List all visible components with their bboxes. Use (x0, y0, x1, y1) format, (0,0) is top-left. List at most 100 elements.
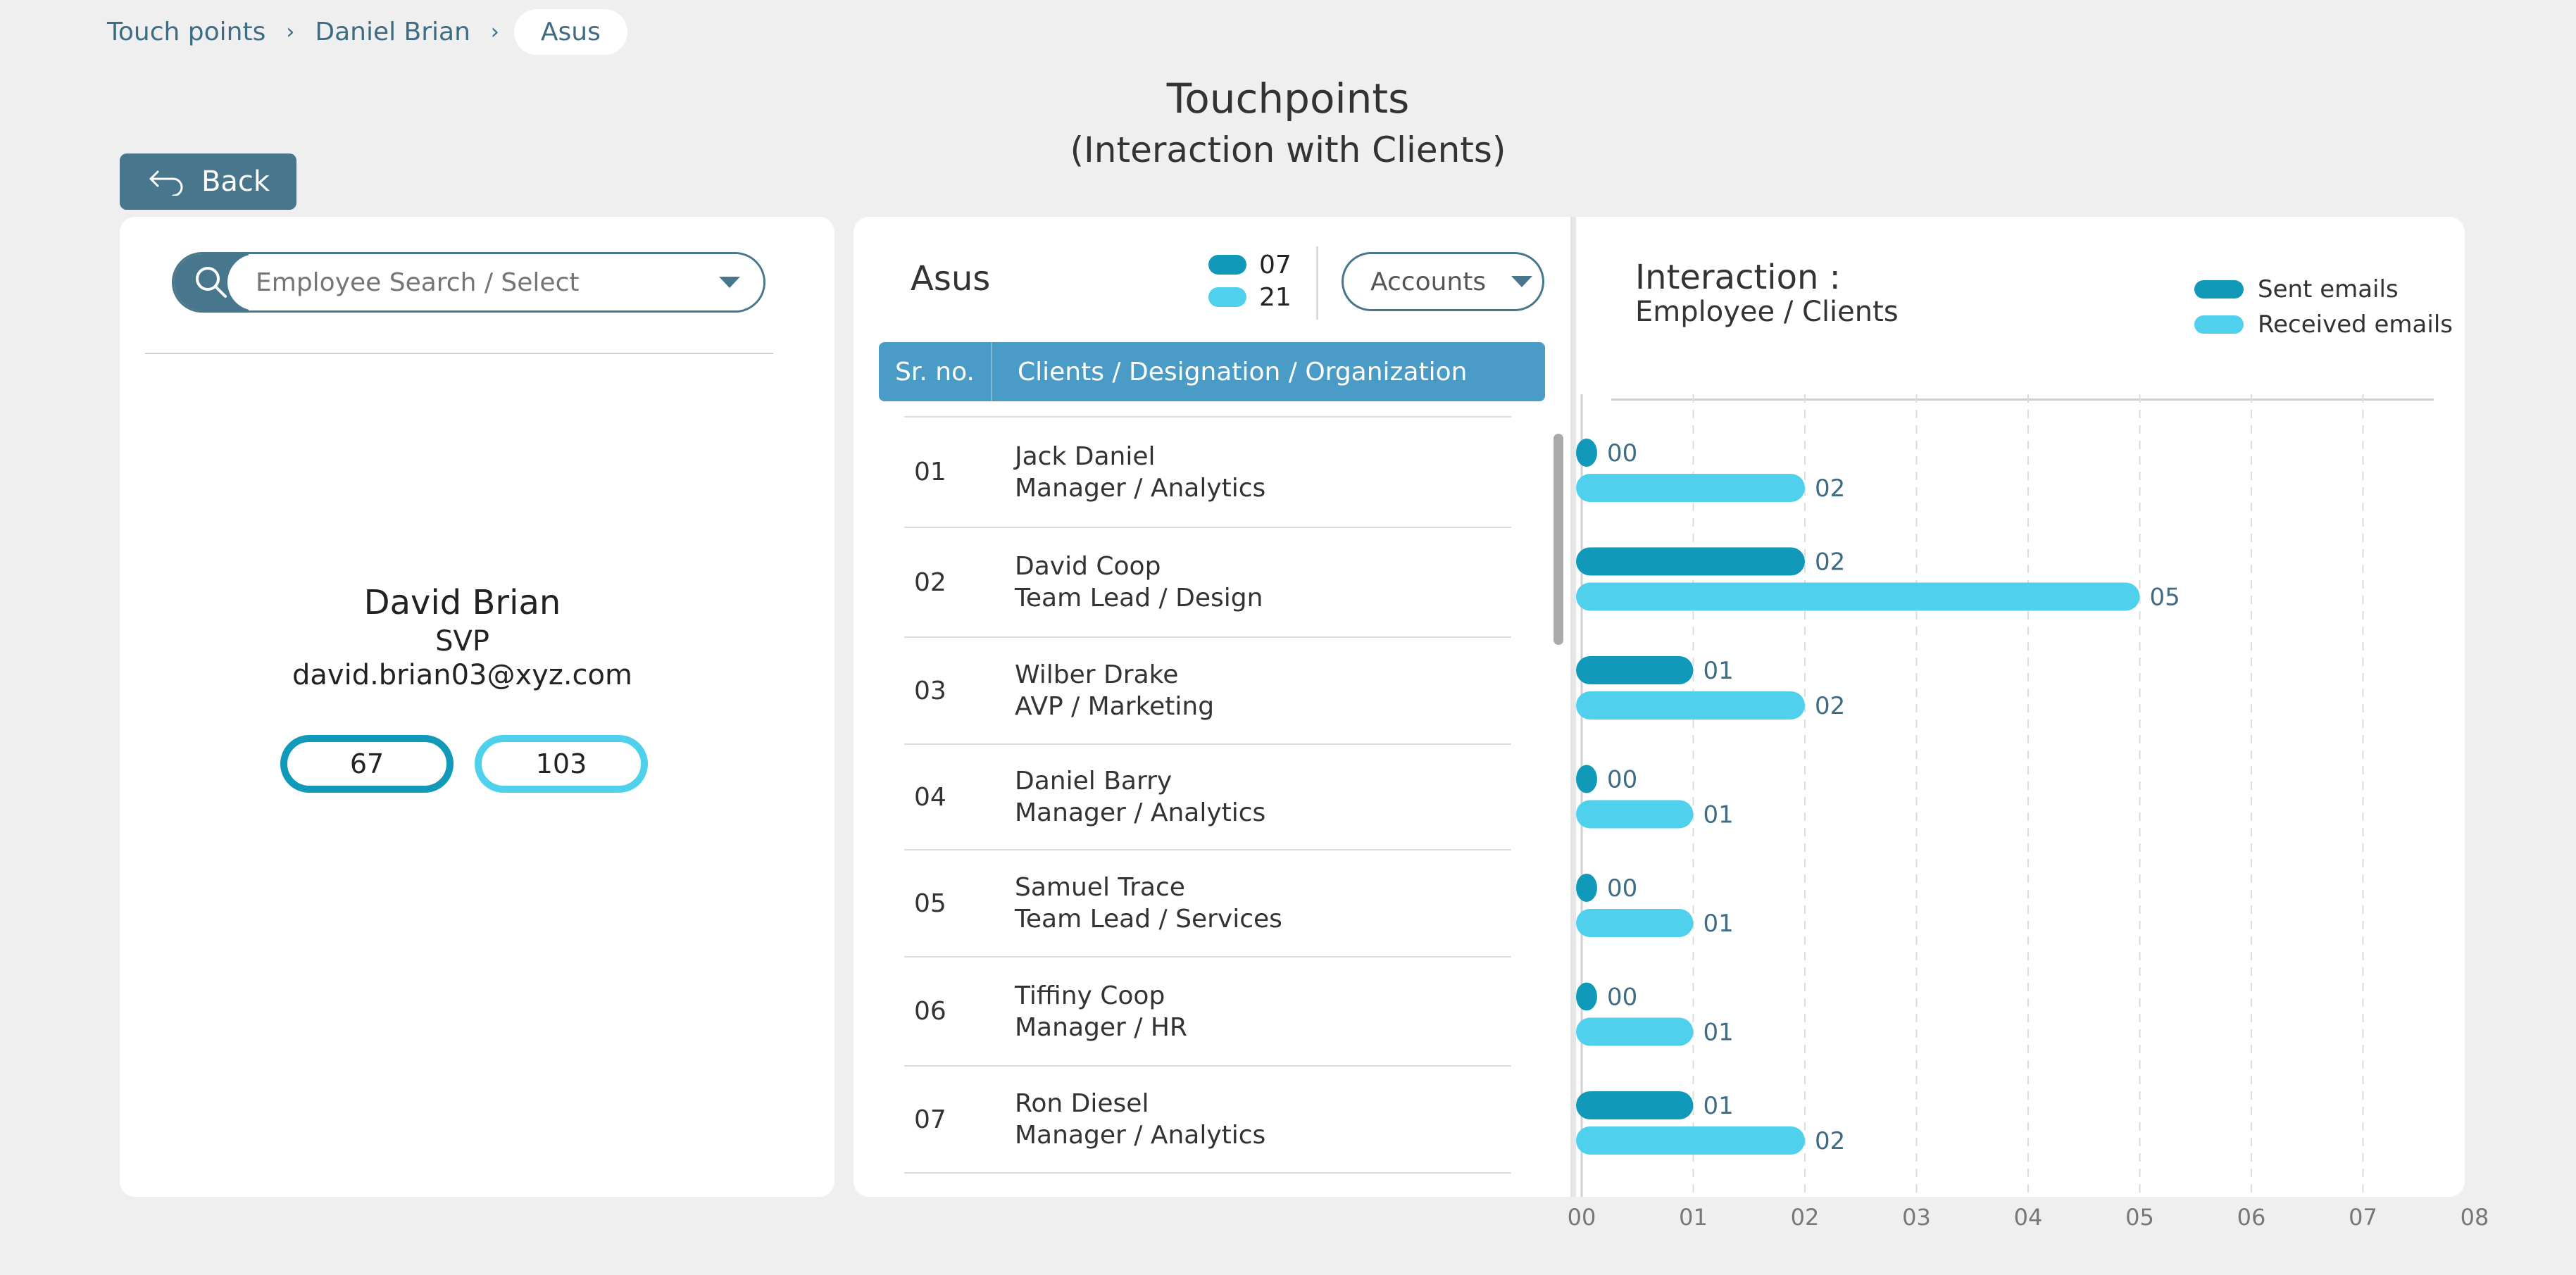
row-serial: 06 (914, 997, 946, 1026)
table-row[interactable]: 06 Tiffiny Coop Manager / HR (904, 956, 1511, 1065)
bar-sent-02[interactable] (1576, 547, 1805, 576)
client-name: Ron Diesel (1015, 1089, 1149, 1118)
bar-received-01[interactable] (1576, 474, 1805, 502)
row-serial: 04 (914, 782, 946, 812)
bar-sent-05[interactable] (1576, 874, 1597, 902)
x-tick-label: 03 (1902, 1204, 1931, 1231)
bar-sent-01[interactable] (1576, 439, 1597, 467)
row-client-info: Wilber Drake AVP / Marketing (1015, 659, 1214, 722)
bar-label-received-07: 02 (1815, 1127, 1845, 1155)
bar-sent-07[interactable] (1576, 1091, 1694, 1119)
table-row[interactable]: 01 Jack Daniel Manager / Analytics (904, 416, 1511, 527)
table-row[interactable]: 02 David Coop Team Lead / Design (904, 527, 1511, 636)
table-row[interactable]: 04 Daniel Barry Manager / Analytics (904, 743, 1511, 849)
bar-sent-03[interactable] (1576, 656, 1694, 684)
bar-received-07[interactable] (1576, 1126, 1805, 1155)
row-serial: 02 (914, 567, 946, 597)
table-row[interactable]: 03 Wilber Drake AVP / Marketing (904, 636, 1511, 743)
chevron-right-icon: › (286, 19, 295, 44)
x-tick-label: 06 (2237, 1204, 2266, 1231)
bar-received-04[interactable] (1576, 800, 1694, 829)
bar-label-received-06: 01 (1703, 1019, 1734, 1047)
x-tick-label: 00 (1567, 1204, 1596, 1231)
chevron-right-icon: › (490, 19, 499, 44)
chart-title: Interaction : (1635, 258, 1841, 297)
employee-search[interactable] (172, 252, 765, 313)
bar-label-sent-07: 01 (1703, 1092, 1734, 1120)
divider (1316, 246, 1318, 320)
x-tick-label: 05 (2125, 1204, 2154, 1231)
x-tick-label: 08 (2460, 1204, 2489, 1231)
bar-label-received-02: 05 (2150, 584, 2180, 612)
bar-label-sent-06: 00 (1607, 984, 1637, 1012)
search-dropdown-toggle[interactable] (696, 254, 763, 310)
row-client-info: Samuel Trace Team Lead / Services (1015, 872, 1282, 935)
bar-label-sent-02: 02 (1815, 548, 1845, 577)
row-serial: 01 (914, 458, 946, 486)
clients-panel: Asus 07 21 Accounts Sr. no. Clients / De… (854, 217, 1570, 1197)
search-icon (196, 267, 227, 298)
client-name: Wilber Drake (1015, 660, 1179, 689)
x-tick-label: 04 (2013, 1204, 2043, 1231)
divider (145, 353, 773, 354)
bar-sent-04[interactable] (1576, 765, 1597, 793)
accounts-dropdown[interactable]: Accounts (1342, 252, 1544, 311)
bar-received-03[interactable] (1576, 691, 1805, 720)
page-subtitle: (Interaction with Clients) (1070, 130, 1506, 170)
sent-swatch (2194, 280, 2244, 299)
breadcrumb-item-daniel-brian[interactable]: Daniel Brian (315, 18, 470, 46)
client-designation: Manager / Analytics (1015, 798, 1266, 827)
table-scrollbar[interactable] (1553, 434, 1563, 645)
accounts-dropdown-label: Accounts (1370, 267, 1487, 296)
employee-role: SVP (435, 625, 489, 658)
client-designation: Team Lead / Services (1015, 905, 1282, 934)
x-tick-label: 01 (1679, 1204, 1708, 1231)
bar-received-06[interactable] (1576, 1017, 1694, 1046)
bar-sent-06[interactable] (1576, 982, 1597, 1011)
row-serial: 03 (914, 676, 946, 705)
bar-label-received-05: 01 (1703, 910, 1734, 938)
received-swatch (2194, 315, 2244, 334)
table-row[interactable]: 05 Samuel Trace Team Lead / Services (904, 849, 1511, 956)
row-client-info: Daniel Barry Manager / Analytics (1015, 765, 1265, 829)
chart-subtitle: Employee / Clients (1635, 296, 1899, 328)
bar-label-received-01: 02 (1815, 475, 1845, 503)
legend-item-sent: Sent emails (2194, 272, 2453, 307)
client-name: Daniel Barry (1015, 767, 1173, 796)
x-axis-ticks: 00 01 02 03 04 05 06 07 08 (0, 1204, 2576, 1239)
table-row[interactable]: 07 Ron Diesel Manager / Analytics (904, 1065, 1511, 1172)
legend-received-label: Received emails (2258, 310, 2453, 339)
mini-legend-sent-value: 07 (1259, 250, 1292, 280)
back-button[interactable]: Back (120, 153, 296, 210)
employee-email: david.brian03@xyz.com (292, 659, 632, 691)
client-name: David Coop (1015, 552, 1161, 581)
employee-panel: David Brian SVP david.brian03@xyz.com 67… (120, 217, 834, 1197)
interaction-bar-chart: 00 02 02 05 01 02 00 01 00 01 00 01 01 02 (1576, 394, 2364, 1197)
breadcrumb-item-touch-points[interactable]: Touch points (107, 18, 265, 46)
bar-received-05[interactable] (1576, 909, 1694, 937)
bar-received-02[interactable] (1576, 582, 2140, 611)
x-tick-label: 02 (1790, 1204, 1820, 1231)
breadcrumb-item-active: Asus (513, 8, 627, 55)
legend-item-received: Received emails (2194, 307, 2453, 342)
client-designation: Team Lead / Design (1015, 584, 1263, 613)
mini-legend-received: 21 (1208, 281, 1292, 313)
bar-label-received-03: 02 (1815, 692, 1845, 720)
employee-search-input[interactable] (227, 254, 696, 310)
column-header-client: Clients / Designation / Organization (1018, 357, 1468, 387)
bar-label-received-04: 01 (1703, 801, 1734, 829)
column-header-sr: Sr. no. (879, 342, 992, 401)
page-title: Touchpoints (1166, 75, 1410, 123)
caret-down-icon (719, 277, 740, 288)
organization-name: Asus (911, 259, 991, 299)
row-serial: 05 (914, 888, 946, 918)
sent-swatch (1208, 255, 1246, 275)
x-tick-label: 07 (2349, 1204, 2377, 1231)
mini-legend-sent: 07 (1208, 249, 1292, 281)
client-designation: Manager / HR (1015, 1012, 1187, 1042)
caret-down-icon (1511, 276, 1533, 287)
back-button-label: Back (201, 165, 270, 198)
client-designation: Manager / Analytics (1015, 1121, 1266, 1150)
row-client-info: David Coop Team Lead / Design (1015, 551, 1263, 614)
legend-sent-label: Sent emails (2258, 275, 2399, 303)
